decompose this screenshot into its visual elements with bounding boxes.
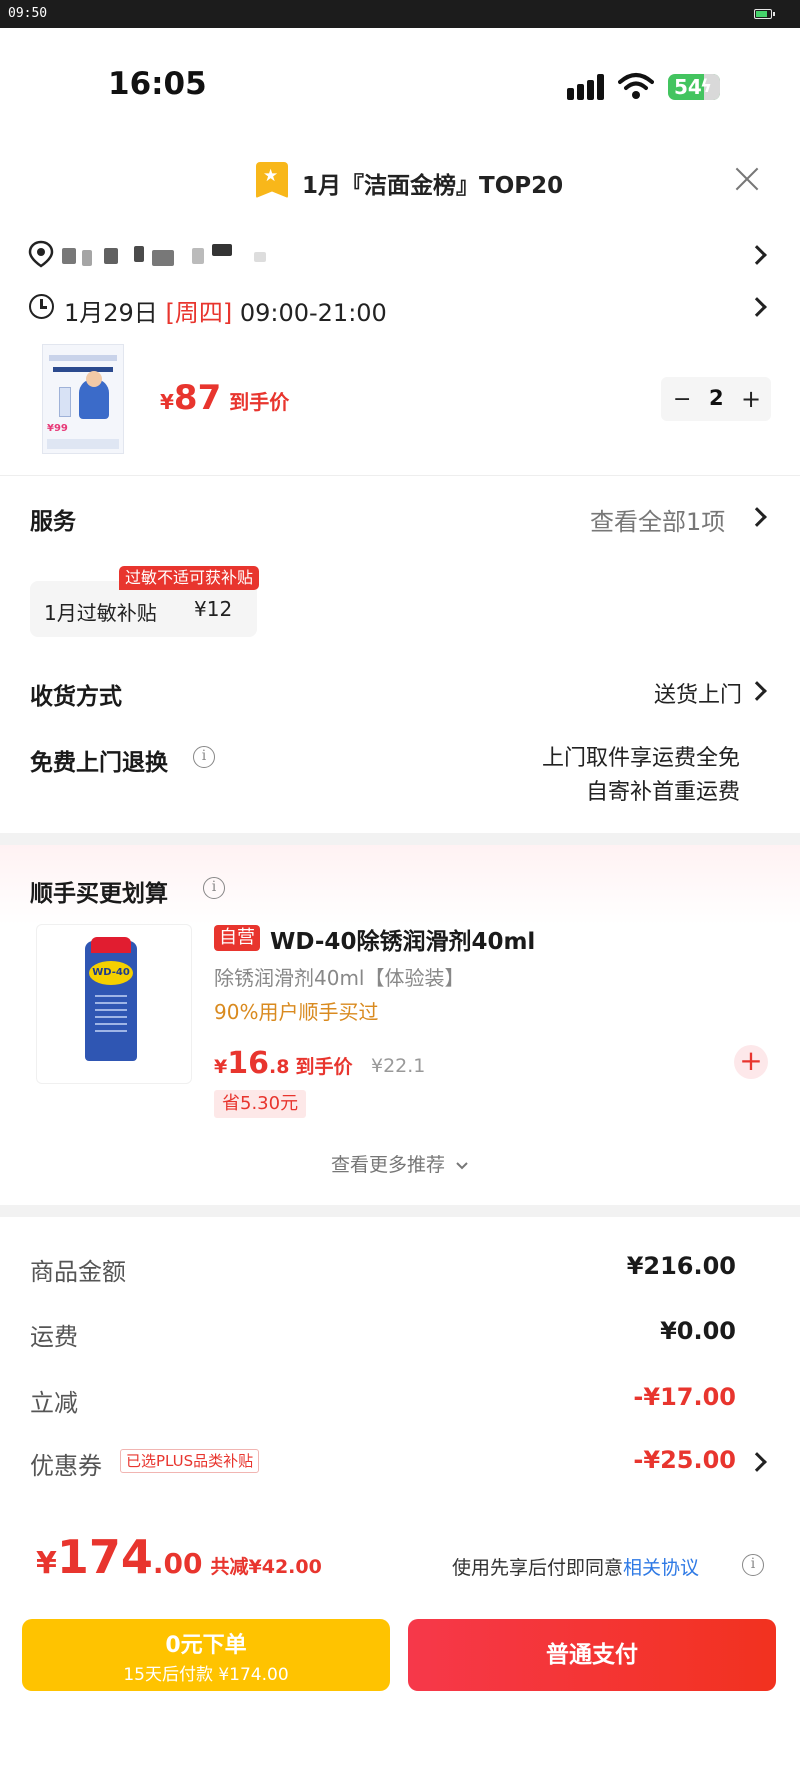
save-tag: 省5.30元 <box>214 1090 307 1118</box>
recommend-item-title[interactable]: WD-40除锈润滑剂40ml <box>270 922 535 956</box>
close-icon[interactable] <box>734 166 760 192</box>
see-more-label: 查看更多推荐 <box>330 1154 445 1176</box>
coupon-chevron-icon[interactable] <box>747 1452 767 1472</box>
total-saved: 共减¥42.00 <box>210 1556 322 1578</box>
phone-battery: 54 ϟ <box>668 74 720 100</box>
system-bar: 09:50 <box>0 0 800 28</box>
recommend-item-popularity: 90%用户顺手买过 <box>214 1000 379 1024</box>
service-chevron-icon[interactable] <box>747 507 767 527</box>
zero-down-subtitle: 15天后付款 ¥174.00 <box>123 1665 289 1685</box>
chip-name: 1月过敏补贴 <box>44 601 157 625</box>
freight-label: 运费 <box>30 1323 78 1351</box>
system-time: 09:50 <box>8 6 48 21</box>
delivery-chevron-icon[interactable] <box>747 297 767 317</box>
signal-icon <box>567 74 609 100</box>
agreement-link[interactable]: 相关协议 <box>623 1557 699 1579</box>
freight-value: ¥0.00 <box>660 1317 736 1345</box>
recommend-info-icon[interactable]: i <box>203 877 225 899</box>
total-int: 174 <box>56 1530 153 1584</box>
battery-icon <box>754 9 772 19</box>
recommend-item-price: ¥16.8 到手价 <box>214 1046 352 1081</box>
see-more-button[interactable]: 查看更多推荐 <box>0 1150 800 1177</box>
address-chevron-icon[interactable] <box>747 245 767 265</box>
info-icon[interactable]: i <box>193 746 215 768</box>
star-icon: ★ <box>263 166 279 186</box>
price-dec: .8 <box>268 1056 290 1078</box>
delivery-time[interactable]: 1月29日 [周四] 09:00-21:00 <box>64 293 387 328</box>
coupon-tag: 已选PLUS品类补贴 <box>120 1449 260 1473</box>
chevron-down-icon <box>456 1161 468 1169</box>
discount-value: -¥17.00 <box>633 1383 736 1411</box>
product-thumbnail[interactable]: ¥99 <box>42 344 124 454</box>
service-view-all[interactable]: 查看全部1项 <box>590 502 725 537</box>
recommend-item-subtitle: 除锈润滑剂40ml【体验装】 <box>214 966 465 990</box>
coupon-value[interactable]: -¥25.00 <box>633 1446 736 1474</box>
ranking-banner[interactable]: 1月『洁面金榜』TOP20 <box>302 166 563 200</box>
wd40-logo: WD-40 <box>89 961 133 985</box>
price-label: 到手价 <box>229 390 290 414</box>
increase-button[interactable]: + <box>741 385 761 413</box>
shipping-chevron-icon[interactable] <box>747 681 767 701</box>
delivery-weekday: [周四] <box>165 299 233 327</box>
clock-icon <box>29 294 54 319</box>
zero-down-title: 0元下单 <box>165 1633 247 1658</box>
discount-label: 立减 <box>30 1389 78 1417</box>
free-return-line1: 上门取件享运费全免 <box>541 746 740 771</box>
delivery-hours: 09:00-21:00 <box>239 299 387 327</box>
allergy-tag: 过敏不适可获补贴 <box>119 566 260 590</box>
battery-tip <box>773 12 775 16</box>
free-return-label: 免费上门退换 <box>30 750 168 776</box>
recommend-title: 顺手买更划算 <box>30 881 168 907</box>
charging-icon: ϟ <box>700 76 712 97</box>
shipping-value[interactable]: 送货上门 <box>600 677 742 709</box>
section-gap <box>0 833 800 845</box>
agreement-text: 使用先享后付即同意相关协议 <box>452 1553 699 1580</box>
battery-level: 54 <box>674 75 702 99</box>
shipping-label: 收货方式 <box>30 684 122 710</box>
zero-down-order-button[interactable]: 0元下单 15天后付款 ¥174.00 <box>22 1619 390 1691</box>
total-dec: .00 <box>152 1547 203 1580</box>
original-price: ¥22.1 <box>371 1055 426 1077</box>
chip-amount: ¥12 <box>194 597 233 621</box>
wifi-icon <box>618 73 654 99</box>
agreement-prefix: 使用先享后付即同意 <box>452 1557 624 1579</box>
goods-amount-label: 商品金额 <box>30 1258 126 1286</box>
quantity-value: 2 <box>709 386 724 410</box>
price-label: 到手价 <box>295 1056 353 1078</box>
decrease-button[interactable]: − <box>673 387 691 412</box>
ranking-badge-icon: ★ <box>256 162 288 198</box>
address-blurred[interactable] <box>62 244 282 268</box>
quantity-stepper[interactable]: − 2 + <box>661 377 771 421</box>
normal-pay-button[interactable]: 普通支付 <box>408 1619 776 1691</box>
location-pin-icon <box>28 240 54 268</box>
thumb-promo-price: ¥99 <box>47 423 68 434</box>
price-value: 87 <box>173 378 222 418</box>
delivery-date: 1月29日 <box>64 299 158 327</box>
product-price: ¥87 到手价 <box>160 378 289 418</box>
divider <box>0 475 800 476</box>
price-symbol: ¥ <box>160 390 174 414</box>
self-operated-tag: 自营 <box>214 925 260 951</box>
section-gap <box>0 1205 800 1217</box>
agreement-info-icon[interactable]: i <box>742 1554 764 1576</box>
price-symbol: ¥ <box>214 1056 228 1078</box>
free-return-line2: 自寄补首重运费 <box>585 780 740 805</box>
price-int: 16 <box>227 1046 269 1081</box>
total-price: ¥174.00 共减¥42.00 <box>36 1530 322 1584</box>
coupon-label: 优惠券 <box>30 1452 102 1480</box>
total-symbol: ¥ <box>36 1546 57 1581</box>
add-to-order-button[interactable]: + <box>734 1045 768 1079</box>
goods-amount-value: ¥216.00 <box>626 1252 736 1280</box>
wd40-image[interactable]: WD-40 <box>36 924 192 1084</box>
service-title: 服务 <box>30 509 76 535</box>
phone-time: 16:05 <box>108 66 207 102</box>
